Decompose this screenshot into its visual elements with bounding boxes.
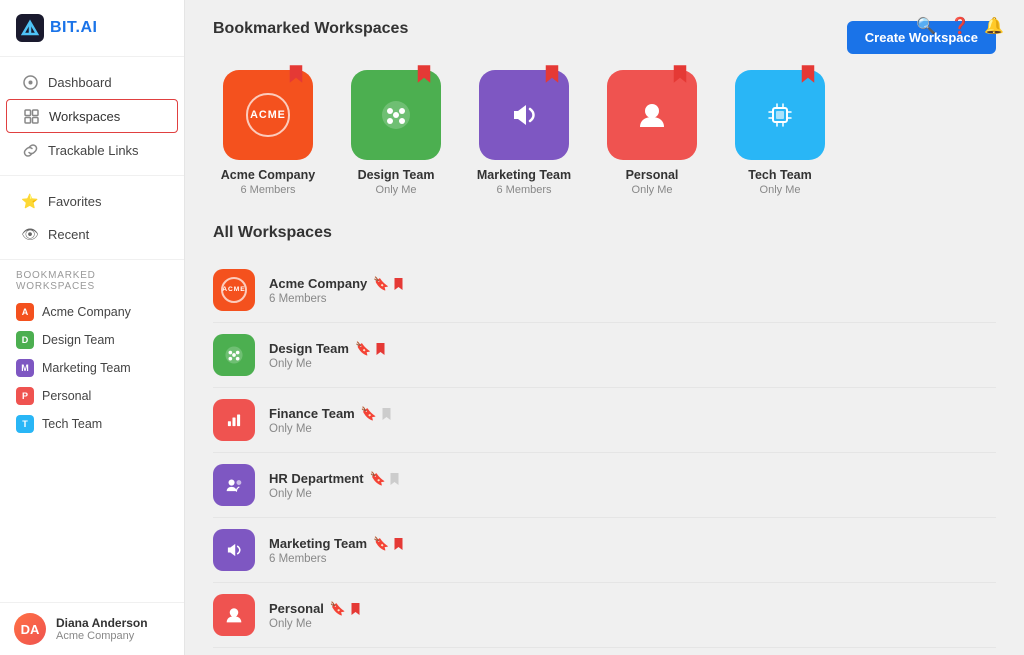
ws-list-meta: Only Me xyxy=(269,618,996,630)
ws-list-icon: ACME xyxy=(213,269,255,311)
user-company: Acme Company xyxy=(56,630,148,642)
list-bookmark-icon: 🔖 xyxy=(373,276,404,292)
nav-workspaces[interactable]: Workspaces xyxy=(6,99,178,133)
workspace-list-item[interactable]: Design Team 🔖 Only Me xyxy=(213,323,996,388)
workspace-list-item[interactable]: HR Department 🔖 Only Me xyxy=(213,453,996,518)
ws-card-meta: Only Me xyxy=(760,184,801,196)
ws-card-meta: 6 Members xyxy=(240,184,295,196)
logo-area: BIT.AI xyxy=(0,0,184,57)
workspace-card[interactable]: Tech Team Only Me xyxy=(725,70,835,196)
favorites-icon: ⭐ xyxy=(22,193,38,209)
search-icon[interactable]: 🔍 xyxy=(916,16,936,36)
ws-list-icon xyxy=(213,399,255,441)
sidebar-footer: DA Diana Anderson Acme Company xyxy=(0,602,184,655)
sidebar-bookmarked-item[interactable]: DDesign Team xyxy=(16,326,168,354)
list-bookmark-icon: 🔖 xyxy=(373,536,404,552)
top-bar: 🔍 ❓ 🔔 xyxy=(916,16,1004,36)
ws-list-meta: Only Me xyxy=(269,358,996,370)
bookmark-badge xyxy=(415,64,433,86)
ws-list-meta: Only Me xyxy=(269,488,996,500)
recent-icon: 👁 xyxy=(22,226,38,242)
nav-recent[interactable]: 👁 Recent xyxy=(6,218,178,250)
ws-card-name: Personal xyxy=(626,168,679,182)
workspace-card[interactable]: Marketing Team 6 Members xyxy=(469,70,579,196)
ws-list-icon xyxy=(213,334,255,376)
workspaces-icon xyxy=(23,108,39,124)
workspace-card[interactable]: ACME Acme Company 6 Members xyxy=(213,70,323,196)
workspace-card[interactable]: Personal Only Me xyxy=(597,70,707,196)
main-content: Bookmarked Workspaces Create Workspace A… xyxy=(185,0,1024,655)
bookmarked-header: Bookmarked Workspaces Create Workspace xyxy=(213,20,996,54)
ws-card-name: Marketing Team xyxy=(477,168,571,182)
nav-favorites[interactable]: ⭐ Favorites xyxy=(6,185,178,217)
logo-icon xyxy=(16,14,44,42)
ws-list-meta: 6 Members xyxy=(269,553,996,565)
sidebar-bookmarked-item[interactable]: TTech Team xyxy=(16,410,168,438)
ws-list-name: Design Team 🔖 xyxy=(269,341,996,357)
ws-card-name: Tech Team xyxy=(748,168,811,182)
ws-list-meta: Only Me xyxy=(269,423,996,435)
workspace-list-item[interactable]: ACME Acme Company 🔖 6 Members xyxy=(213,258,996,323)
all-workspaces-section: All Workspaces ACME Acme Company 🔖 6 Mem… xyxy=(213,224,996,655)
bookmarked-section-label: BOOKMARKED WORKSPACES xyxy=(16,270,168,292)
workspace-list-item[interactable]: Personal 🔖 Only Me xyxy=(213,583,996,648)
workspace-list-item[interactable]: Finance Team 🔖 Only Me xyxy=(213,388,996,453)
workspace-list: ACME Acme Company 🔖 6 Members Design Tea… xyxy=(213,258,996,655)
ws-list-icon xyxy=(213,529,255,571)
sidebar-bookmarked-item[interactable]: PPersonal xyxy=(16,382,168,410)
bookmark-badge xyxy=(543,64,561,86)
ws-list-icon xyxy=(213,464,255,506)
nav-section: Dashboard Workspaces Trackable Links xyxy=(0,57,184,176)
ws-card-meta: Only Me xyxy=(376,184,417,196)
bookmarked-title: Bookmarked Workspaces xyxy=(213,20,408,38)
ws-list-name: HR Department 🔖 xyxy=(269,471,996,487)
bookmark-badge xyxy=(287,64,305,86)
notifications-icon[interactable]: 🔔 xyxy=(984,16,1004,36)
list-bookmark-icon: 🔖 xyxy=(355,341,386,357)
ws-card-meta: Only Me xyxy=(632,184,673,196)
ws-list-name: Marketing Team 🔖 xyxy=(269,536,996,552)
avatar: DA xyxy=(14,613,46,645)
workspace-list-item[interactable]: Product Team 🔖 Only Me xyxy=(213,648,996,655)
list-bookmark-icon: 🔖 xyxy=(361,406,392,422)
ws-list-name: Acme Company 🔖 xyxy=(269,276,996,292)
sidebar-bookmarked-list: AAcme CompanyDDesign TeamMMarketing Team… xyxy=(16,298,168,438)
workspace-cards: ACME Acme Company 6 Members Design Team … xyxy=(213,70,996,196)
bookmark-badge xyxy=(799,64,817,86)
sidebar-bookmarked-item[interactable]: AAcme Company xyxy=(16,298,168,326)
ws-list-name: Personal 🔖 xyxy=(269,601,996,617)
ws-list-icon xyxy=(213,594,255,636)
help-icon[interactable]: ❓ xyxy=(950,16,970,36)
workspace-list-item[interactable]: Marketing Team 🔖 6 Members xyxy=(213,518,996,583)
all-workspaces-title: All Workspaces xyxy=(213,224,996,242)
ws-card-name: Acme Company xyxy=(221,168,315,182)
favorites-section: ⭐ Favorites 👁 Recent xyxy=(0,176,184,260)
bookmark-badge xyxy=(671,64,689,86)
list-bookmark-icon: 🔖 xyxy=(330,601,361,617)
nav-dashboard[interactable]: Dashboard xyxy=(6,66,178,98)
dashboard-icon xyxy=(22,74,38,90)
sidebar-bookmarked-item[interactable]: MMarketing Team xyxy=(16,354,168,382)
ws-card-meta: 6 Members xyxy=(496,184,551,196)
trackable-links-icon xyxy=(22,142,38,158)
list-bookmark-icon: 🔖 xyxy=(370,471,401,487)
workspace-card[interactable]: Design Team Only Me xyxy=(341,70,451,196)
nav-trackable-links[interactable]: Trackable Links xyxy=(6,134,178,166)
sidebar: BIT.AI Dashboard Workspaces Trackable Li… xyxy=(0,0,185,655)
ws-list-name: Finance Team 🔖 xyxy=(269,406,996,422)
logo-text: BIT.AI xyxy=(50,19,97,37)
bookmarked-workspaces-section: BOOKMARKED WORKSPACES AAcme CompanyDDesi… xyxy=(0,260,184,442)
ws-card-name: Design Team xyxy=(358,168,435,182)
user-name: Diana Anderson xyxy=(56,616,148,630)
ws-list-meta: 6 Members xyxy=(269,293,996,305)
